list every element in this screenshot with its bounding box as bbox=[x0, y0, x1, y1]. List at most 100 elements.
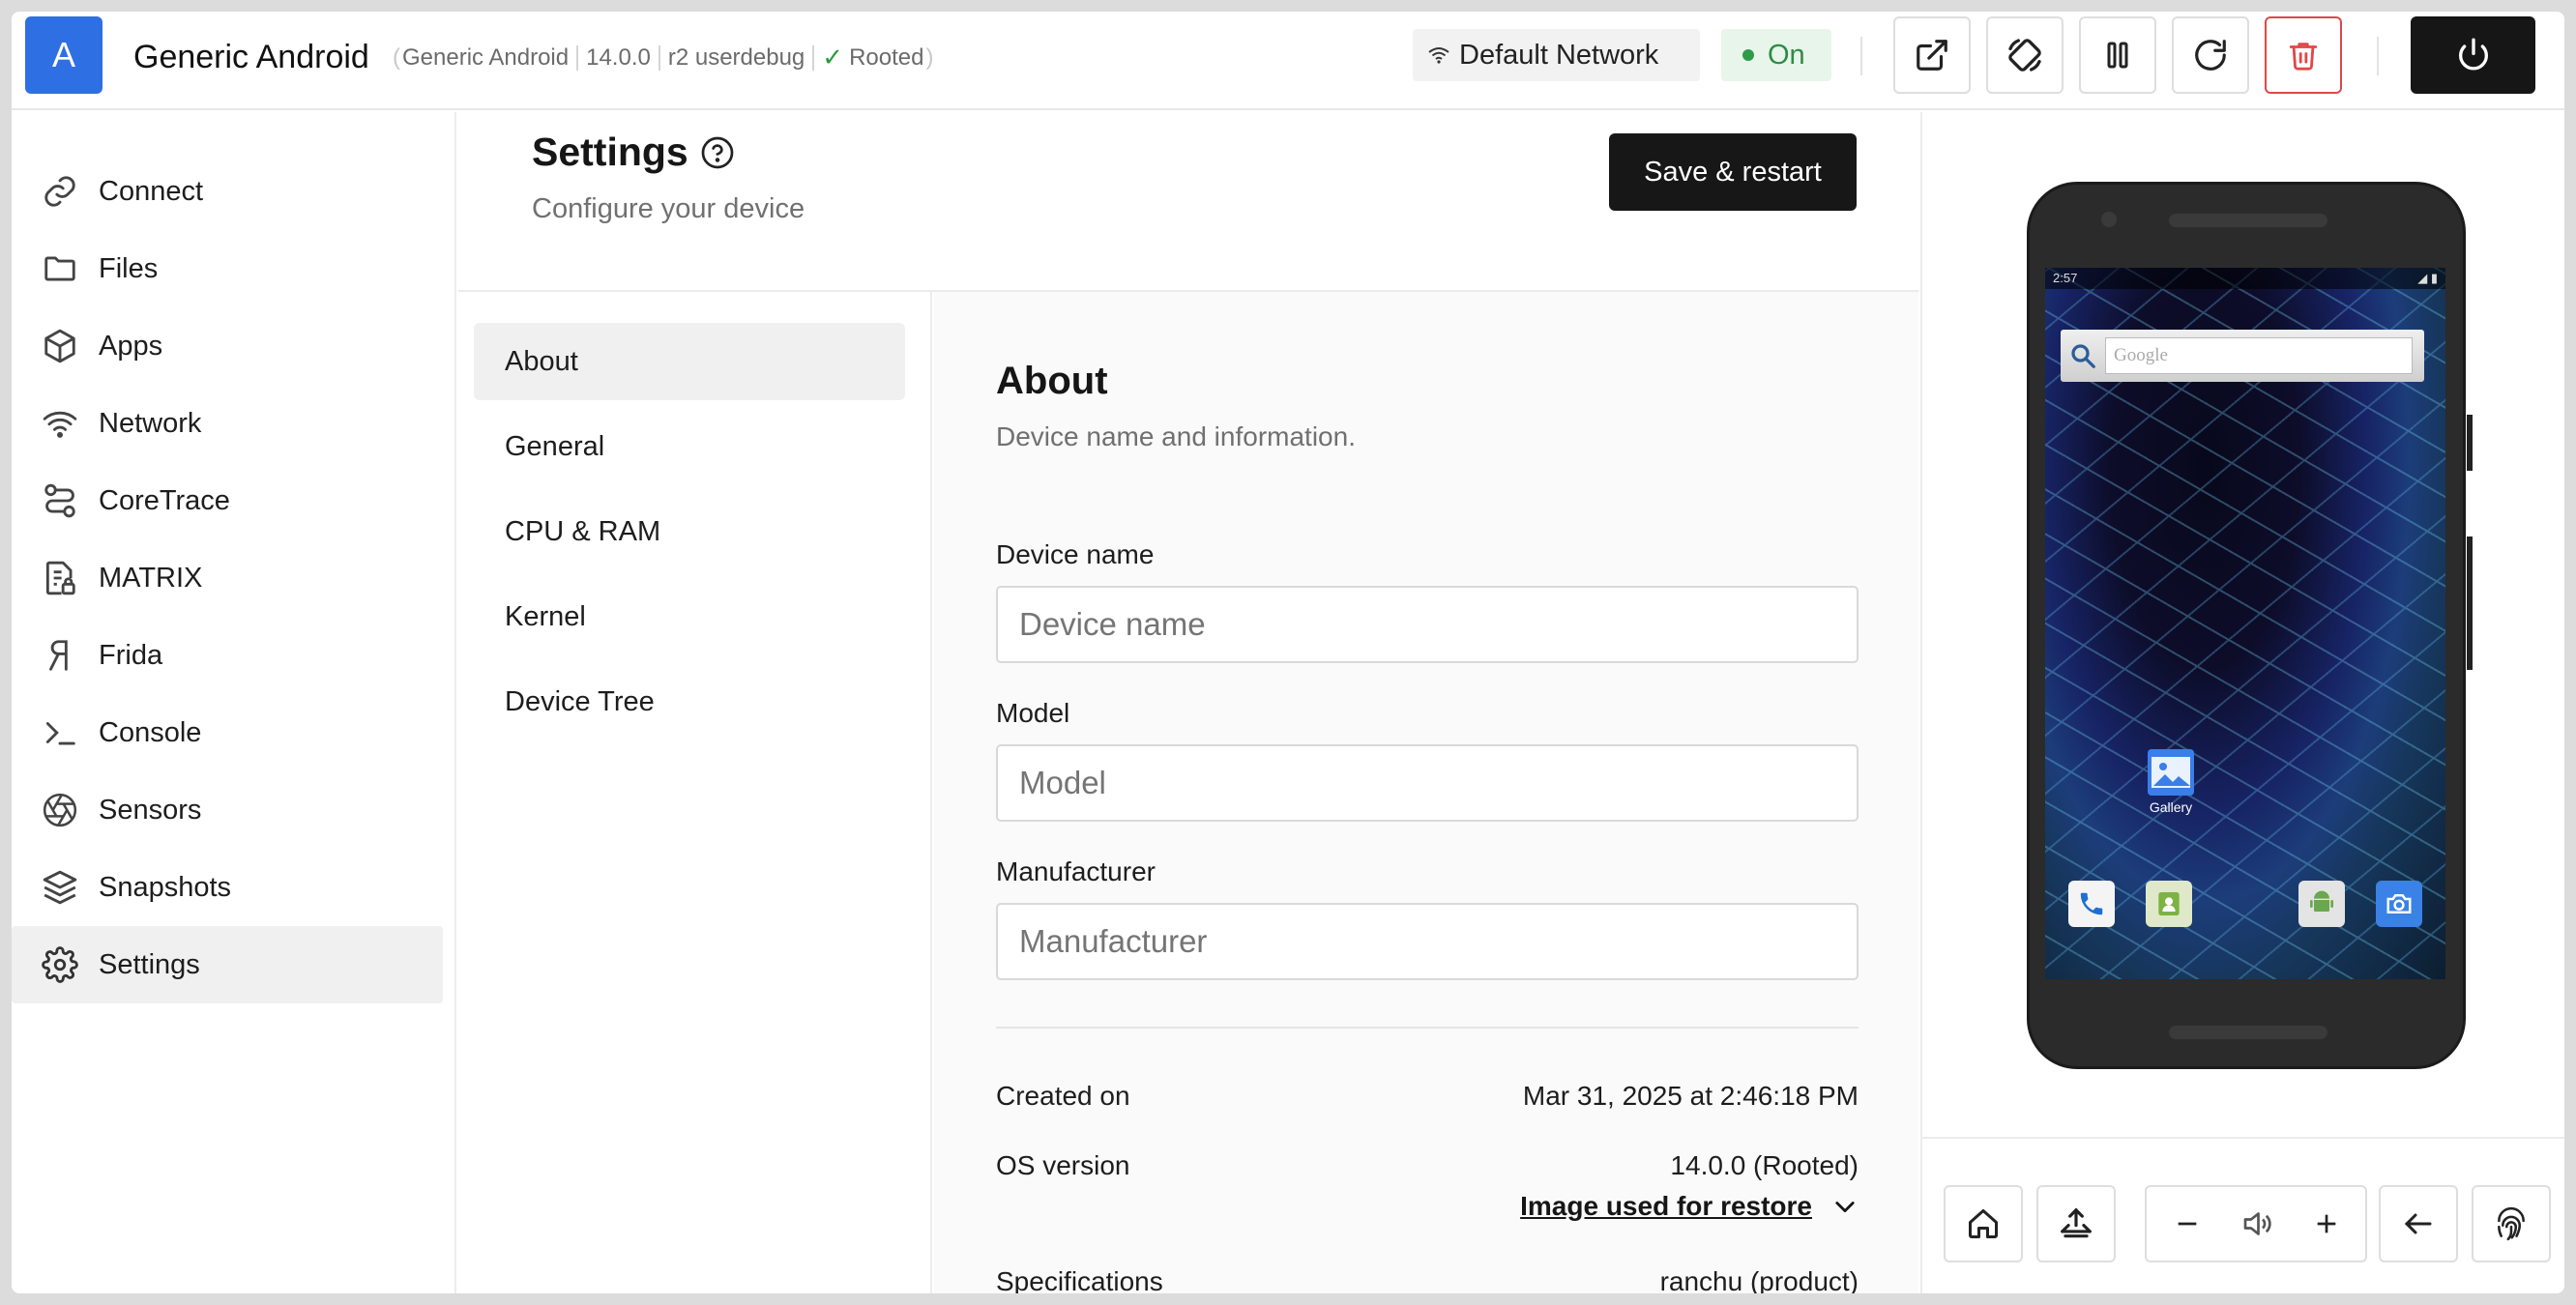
top-bar: A Generic Android ( Generic Android 14.0… bbox=[12, 12, 2564, 110]
subnav-item-cpu-ram[interactable]: CPU & RAM bbox=[474, 493, 905, 570]
status-time: 2:57 bbox=[2053, 271, 2078, 285]
back-button[interactable] bbox=[2379, 1185, 2458, 1262]
volume-icon bbox=[2243, 1212, 2271, 1235]
sidebar-item-label: Sensors bbox=[99, 794, 202, 826]
sidebar-item-label: Snapshots bbox=[99, 871, 232, 903]
gallery-label: Gallery bbox=[2149, 799, 2193, 815]
device-screen[interactable]: 2:57 ◢ ▮ Google Gallery bbox=[2045, 268, 2445, 979]
back-arrow-icon bbox=[2404, 1213, 2432, 1234]
frida-icon bbox=[41, 636, 79, 675]
network-selector[interactable]: Default Network bbox=[1413, 29, 1700, 81]
divider bbox=[1860, 37, 1862, 75]
google-search-widget[interactable]: Google bbox=[2061, 330, 2424, 382]
side-button bbox=[2467, 415, 2473, 471]
device-title: Generic Android bbox=[133, 39, 369, 75]
plus-icon bbox=[2317, 1214, 2336, 1233]
cube-icon bbox=[41, 327, 79, 365]
delete-button[interactable] bbox=[2265, 16, 2342, 94]
signal-battery-icon: ◢ ▮ bbox=[2417, 271, 2438, 285]
sidebar-item-connect[interactable]: Connect bbox=[12, 153, 443, 230]
volume-indicator bbox=[2220, 1187, 2294, 1261]
model-label: Model bbox=[996, 698, 1070, 728]
volume-down-button[interactable] bbox=[2151, 1187, 2224, 1261]
search-icon bbox=[2071, 344, 2095, 368]
device-name-label: Device name bbox=[996, 539, 1155, 569]
sidebar-item-apps[interactable]: Apps bbox=[12, 307, 443, 385]
help-icon[interactable] bbox=[700, 135, 735, 170]
screenshot-button[interactable] bbox=[2036, 1185, 2116, 1262]
subnav-item-kernel[interactable]: Kernel bbox=[474, 578, 905, 655]
aperture-icon bbox=[41, 791, 79, 829]
meta-build: r2 userdebug bbox=[667, 44, 805, 71]
google-search-input[interactable]: Google bbox=[2105, 337, 2413, 374]
sidebar-item-sensors[interactable]: Sensors bbox=[12, 771, 443, 849]
camera-icon[interactable] bbox=[2376, 881, 2422, 927]
device-name-field[interactable] bbox=[996, 586, 1859, 663]
sidebar-item-settings[interactable]: Settings bbox=[12, 926, 443, 1003]
volume-controls bbox=[2145, 1185, 2367, 1262]
meta-name: Generic Android bbox=[402, 44, 570, 71]
home-button[interactable] bbox=[1944, 1185, 2023, 1262]
status-dot bbox=[1742, 49, 1754, 61]
image-used-for-restore-toggle[interactable]: Image used for restore bbox=[1520, 1191, 1859, 1222]
device-preview-panel: 2:57 ◢ ▮ Google Gallery bbox=[1920, 112, 2564, 1293]
device-avatar[interactable]: A bbox=[25, 16, 102, 94]
trash-icon bbox=[2289, 43, 2318, 71]
os-version-label: OS version bbox=[996, 1150, 1130, 1180]
folder-icon bbox=[41, 249, 79, 288]
sidebar-item-console[interactable]: Console bbox=[12, 694, 443, 771]
sidebar-item-label: Files bbox=[99, 252, 159, 284]
os-version-value: 14.0.0 (Rooted) bbox=[1670, 1150, 1859, 1180]
wifi-icon bbox=[41, 404, 79, 443]
page-subtitle: Configure your device bbox=[532, 193, 805, 224]
open-external-button[interactable] bbox=[1893, 16, 1971, 94]
sidebar-item-matrix[interactable]: MATRIX bbox=[12, 539, 443, 617]
network-status-toggle[interactable]: On bbox=[1721, 29, 1831, 81]
sidebar-item-files[interactable]: Files bbox=[12, 230, 443, 307]
chevron-down-icon bbox=[1835, 1202, 1855, 1213]
save-restart-button[interactable]: Save & restart bbox=[1609, 133, 1857, 211]
speaker bbox=[2169, 1026, 2327, 1039]
terminal-icon bbox=[41, 713, 79, 752]
sidebar-item-snapshots[interactable]: Snapshots bbox=[12, 849, 443, 926]
subnav-item-about[interactable]: About bbox=[474, 323, 905, 400]
divider bbox=[996, 1027, 1859, 1029]
sidebar-item-coretrace[interactable]: CoreTrace bbox=[12, 462, 443, 539]
phone-icon[interactable] bbox=[2068, 881, 2115, 927]
divider bbox=[1922, 1137, 2564, 1139]
gallery-app[interactable]: Gallery bbox=[2140, 749, 2202, 815]
pause-icon bbox=[2107, 42, 2128, 69]
about-section: About Device name and information. Devic… bbox=[934, 292, 1918, 1293]
fingerprint-button[interactable] bbox=[2472, 1185, 2551, 1262]
created-on-value: Mar 31, 2025 at 2:46:18 PM bbox=[1522, 1081, 1859, 1111]
sidebar-item-network[interactable]: Network bbox=[12, 385, 443, 462]
android-icon[interactable] bbox=[2298, 881, 2345, 927]
external-link-icon bbox=[1917, 40, 1947, 71]
rotate-button[interactable] bbox=[1986, 16, 2064, 94]
gallery-icon bbox=[2148, 749, 2194, 796]
network-label: Default Network bbox=[1459, 39, 1659, 71]
pause-button[interactable] bbox=[2079, 16, 2156, 94]
front-camera bbox=[2101, 212, 2117, 227]
subnav-item-general[interactable]: General bbox=[474, 408, 905, 485]
home-icon bbox=[1969, 1209, 1998, 1238]
rotate-icon bbox=[2008, 39, 2041, 72]
check-icon: ✓ bbox=[822, 43, 844, 72]
subnav-item-device-tree[interactable]: Device Tree bbox=[474, 663, 905, 740]
manufacturer-field[interactable] bbox=[996, 903, 1859, 980]
section-subtitle: Device name and information. bbox=[996, 421, 1356, 451]
sidebar-item-label: Apps bbox=[99, 330, 163, 362]
volume-up-button[interactable] bbox=[2290, 1187, 2363, 1261]
refresh-button[interactable] bbox=[2172, 16, 2249, 94]
model-field[interactable] bbox=[996, 744, 1859, 822]
contacts-icon[interactable] bbox=[2146, 881, 2192, 927]
sidebar-item-label: Console bbox=[99, 716, 202, 748]
sidebar-item-label: MATRIX bbox=[99, 562, 203, 594]
section-title: About bbox=[996, 360, 1108, 402]
power-button[interactable] bbox=[2411, 16, 2535, 94]
sidebar-item-frida[interactable]: Frida bbox=[12, 617, 443, 694]
route-icon bbox=[41, 481, 79, 520]
app-window: A Generic Android ( Generic Android 14.0… bbox=[12, 12, 2564, 1293]
power-icon bbox=[2458, 38, 2488, 71]
restore-link-label: Image used for restore bbox=[1520, 1191, 1812, 1221]
